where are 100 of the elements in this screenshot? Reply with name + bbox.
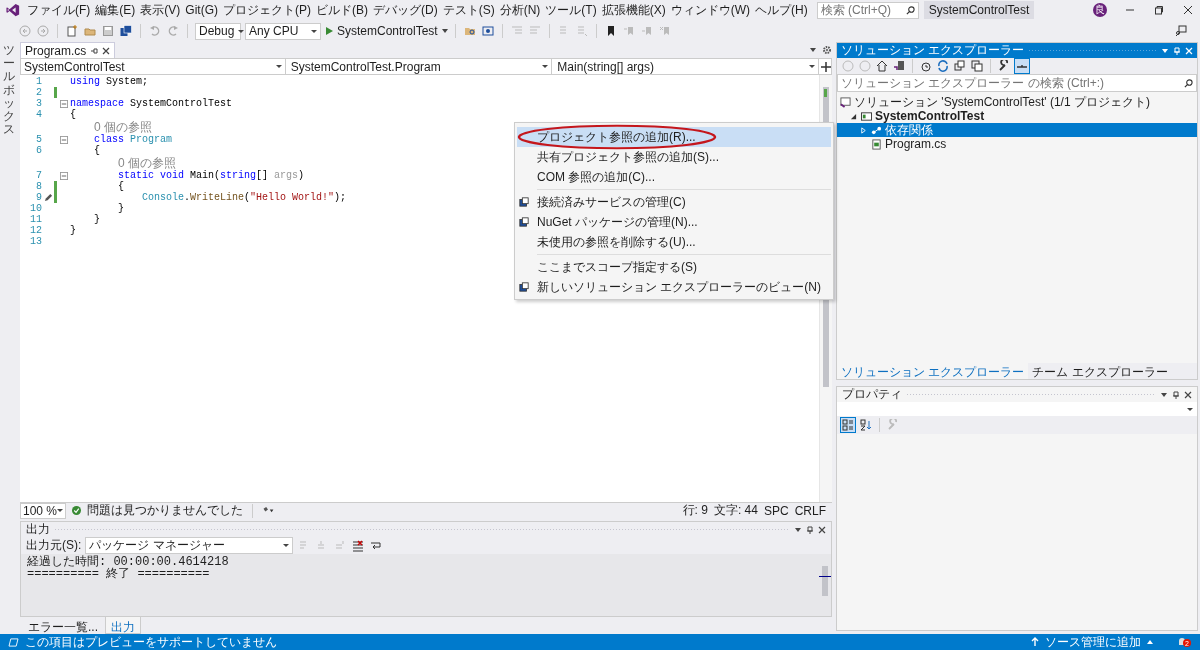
pin-icon[interactable] (1172, 390, 1180, 399)
caret-icon[interactable] (441, 29, 448, 33)
menu-item[interactable]: 拡張機能(X) (601, 1, 666, 19)
feedback-icon[interactable] (1174, 24, 1188, 38)
collapse-all-icon[interactable] (970, 59, 984, 73)
line-number: 4 (35, 109, 42, 120)
menu-item[interactable]: デバッグ(D) (373, 1, 438, 19)
history-icon[interactable] (919, 59, 933, 73)
menu-item[interactable]: Git(G) (185, 3, 218, 17)
line-number: 1 (35, 76, 42, 87)
menu-item[interactable]: プロジェクト(P) (223, 1, 311, 19)
close-icon[interactable] (1184, 390, 1192, 399)
navigation-dropdown[interactable]: SystemControlTest.Program (287, 59, 553, 74)
code-line: } (118, 203, 124, 214)
search-field[interactable]: 検索 (Ctrl+Q) (816, 1, 919, 19)
menu-item[interactable]: ファイル(F) (27, 1, 91, 19)
up-arrow-icon[interactable] (1031, 637, 1039, 647)
collapse-icon[interactable] (60, 171, 68, 180)
dropdown-icon[interactable] (1160, 390, 1168, 399)
split-icon[interactable] (821, 61, 831, 72)
configuration-dropdown[interactable]: Debug (195, 22, 241, 40)
line-number: 8 (35, 181, 42, 192)
menu-item[interactable]: ヘルプ(H) (755, 1, 808, 19)
collapse-icon[interactable] (60, 99, 68, 108)
menu-item[interactable]: 共有プロジェクト参照の追加(S)... (537, 148, 719, 166)
navigation-dropdown[interactable]: SystemControlTest (21, 59, 286, 74)
tree-item[interactable]: 依存関係 (837, 123, 1197, 137)
menu-item[interactable]: 編集(E) (95, 1, 136, 19)
menu-item[interactable]: ツール(T) (545, 1, 597, 19)
dropdown-icon[interactable] (1161, 46, 1169, 55)
brush-dropdown-icon[interactable] (262, 506, 274, 515)
panel-tab[interactable]: 出力 (105, 617, 141, 634)
menu-item[interactable]: NuGet パッケージの管理(N)... (537, 213, 698, 231)
wrench-icon[interactable] (997, 59, 1011, 73)
sort-icon[interactable] (859, 418, 873, 432)
clear-all-icon[interactable] (351, 538, 366, 553)
tree-item[interactable]: ソリューション 'SystemControlTest' (1/1 プロジェクト) (837, 95, 1197, 109)
menu-item[interactable]: 未使用の参照を削除する(U)... (537, 233, 696, 251)
refresh-icon[interactable] (936, 59, 950, 73)
source-dropdown[interactable]: パッケージ マネージャー (85, 537, 294, 554)
preview-icon[interactable] (1014, 58, 1030, 74)
play-icon[interactable] (325, 27, 333, 35)
menu-item[interactable]: テスト(S) (442, 1, 495, 19)
code-line: } (94, 214, 100, 225)
line-number: 11 (29, 214, 42, 225)
switch-views-icon[interactable] (892, 59, 906, 73)
dropdown-icon[interactable] (794, 525, 802, 534)
issues-status: 問題は見つかりませんでした (87, 502, 243, 519)
menu-item[interactable]: ビルド(B) (316, 1, 368, 19)
menu-item[interactable]: ウィンドウ(W) (670, 1, 750, 19)
line-number: 7 (35, 170, 42, 181)
start-button[interactable]: SystemControlTest (337, 24, 438, 38)
toolbox-tab[interactable]: ツールボックス (0, 42, 18, 139)
new-item-icon[interactable] (65, 24, 79, 38)
tree-item[interactable]: SystemControlTest (837, 109, 1197, 123)
line-number: 13 (29, 236, 42, 247)
screenshot-icon[interactable] (480, 24, 495, 38)
menu-item[interactable]: ここまでスコープ指定する(S) (537, 258, 697, 276)
line-number: 6 (35, 145, 42, 156)
settings-icon[interactable] (822, 45, 832, 55)
copy-icon[interactable] (953, 59, 967, 73)
categorized-icon[interactable] (840, 417, 856, 433)
home-icon[interactable] (875, 59, 889, 73)
panel-tab[interactable]: エラー一覧... (23, 617, 103, 634)
collapse-icon[interactable] (60, 135, 68, 144)
line-number: 3 (35, 98, 42, 109)
menu-item[interactable]: 分析(N) (499, 1, 541, 19)
account-avatar[interactable]: 良 (1093, 3, 1107, 17)
search-field[interactable]: ソリューション エクスプローラー の検索 (Ctrl+:) (837, 74, 1197, 92)
spacing-indicator: SPC (763, 503, 789, 518)
save-all-icon[interactable] (119, 24, 133, 38)
search-icon[interactable] (905, 5, 915, 15)
close-icon[interactable] (818, 525, 826, 534)
panel-tab[interactable]: チーム エクスプローラー (1028, 363, 1172, 379)
document-tab[interactable]: Program.cs (20, 41, 116, 59)
preview-frame-icon (8, 637, 19, 647)
collapsed-arrow-icon[interactable] (860, 126, 867, 134)
csharp-project-icon (861, 110, 872, 122)
close-icon[interactable] (1183, 5, 1193, 15)
close-icon[interactable] (102, 46, 111, 55)
expanded-arrow-icon[interactable] (850, 112, 857, 120)
menu-item[interactable]: 接続済みサービスの管理(C) (537, 193, 686, 211)
tree-item[interactable]: Program.cs (837, 137, 1197, 151)
menu-item[interactable]: COM 参照の追加(C)... (537, 168, 655, 186)
code-line: } (70, 225, 76, 236)
platform-dropdown[interactable]: Any CPU (245, 22, 321, 40)
search-icon[interactable] (1184, 78, 1193, 88)
code-line: static void Main(string[] args) (118, 170, 305, 181)
zoom-dropdown[interactable]: 100 % (20, 502, 66, 519)
dropdown-icon[interactable] (809, 46, 817, 54)
navigation-dropdown[interactable]: Main(string[] args) (554, 59, 819, 74)
source-control-button[interactable]: ソース管理に追加 (1045, 633, 1141, 650)
pencil-icon[interactable] (43, 193, 53, 202)
pin-icon[interactable] (806, 525, 814, 534)
panel-tab[interactable]: ソリューション エクスプローラー (837, 363, 1029, 379)
menu-item[interactable]: 表示(V) (140, 1, 181, 19)
caret-up-icon[interactable] (1147, 640, 1153, 644)
restore-icon[interactable] (1154, 5, 1164, 15)
pin-icon[interactable] (90, 46, 99, 55)
menu-item[interactable]: 新しいソリューション エクスプローラーのビュー(N) (537, 278, 821, 296)
